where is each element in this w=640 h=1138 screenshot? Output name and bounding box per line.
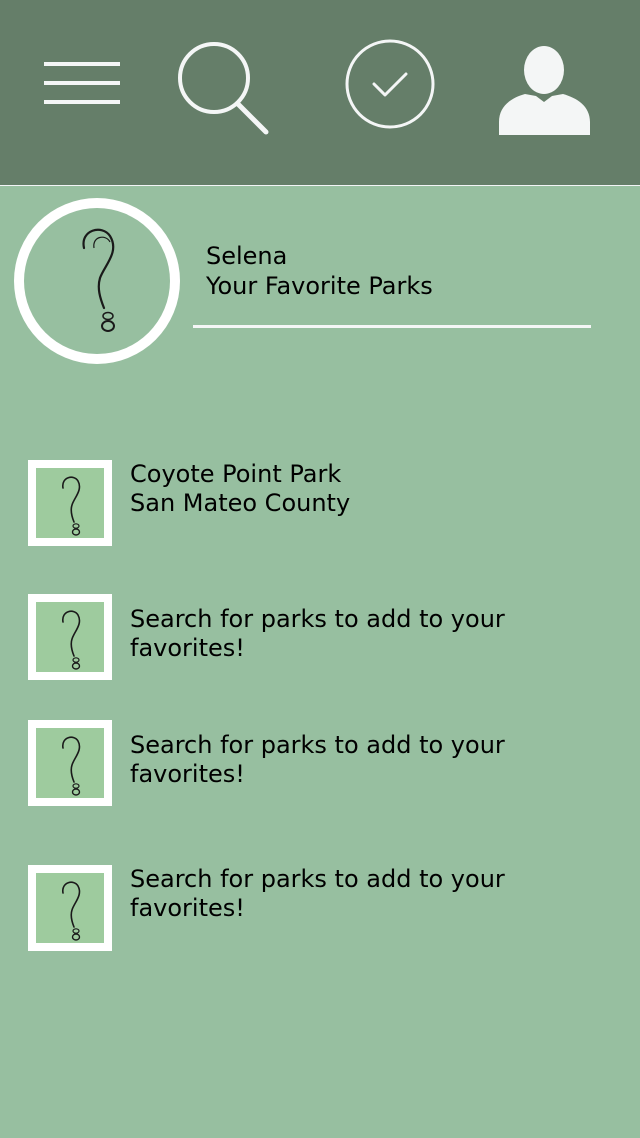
- park-thumbnail: [28, 460, 112, 546]
- favorite-park-item[interactable]: Coyote Point Park San Mateo County: [28, 460, 618, 546]
- menu-button[interactable]: [42, 60, 122, 106]
- question-mark-icon: [62, 736, 81, 796]
- question-mark-icon: [62, 476, 81, 536]
- empty-slot-prompt: Search for parks to add to your favorite…: [130, 605, 505, 662]
- empty-slot-prompt: Search for parks to add to your favorite…: [130, 865, 505, 922]
- user-icon: [499, 46, 590, 135]
- empty-favorite-slot[interactable]: Search for parks to add to your favorite…: [28, 865, 618, 951]
- profile-divider: [193, 325, 591, 328]
- profile-name: Selena: [206, 242, 288, 270]
- park-thumbnail: [28, 594, 112, 680]
- profile-photo[interactable]: [14, 198, 180, 364]
- park-location: San Mateo County: [130, 489, 351, 517]
- profile-subtitle: Your Favorite Parks: [206, 272, 433, 300]
- question-mark-icon: [62, 881, 81, 941]
- top-navigation-bar: [0, 0, 640, 186]
- park-thumbnail: [28, 720, 112, 806]
- empty-favorite-slot[interactable]: Search for parks to add to your favorite…: [28, 594, 618, 680]
- search-button[interactable]: [176, 42, 272, 138]
- empty-slot-prompt: Search for parks to add to your favorite…: [130, 731, 505, 788]
- search-icon: [178, 42, 269, 135]
- park-thumbnail: [28, 865, 112, 951]
- menu-icon: [44, 62, 120, 104]
- park-name: Coyote Point Park: [130, 460, 342, 488]
- profile-button[interactable]: [497, 42, 593, 138]
- question-mark-icon: [62, 610, 81, 670]
- check-circle-icon: [345, 39, 435, 129]
- question-mark-icon: [82, 228, 115, 332]
- check-button[interactable]: [344, 38, 436, 130]
- empty-favorite-slot[interactable]: Search for parks to add to your favorite…: [28, 720, 618, 806]
